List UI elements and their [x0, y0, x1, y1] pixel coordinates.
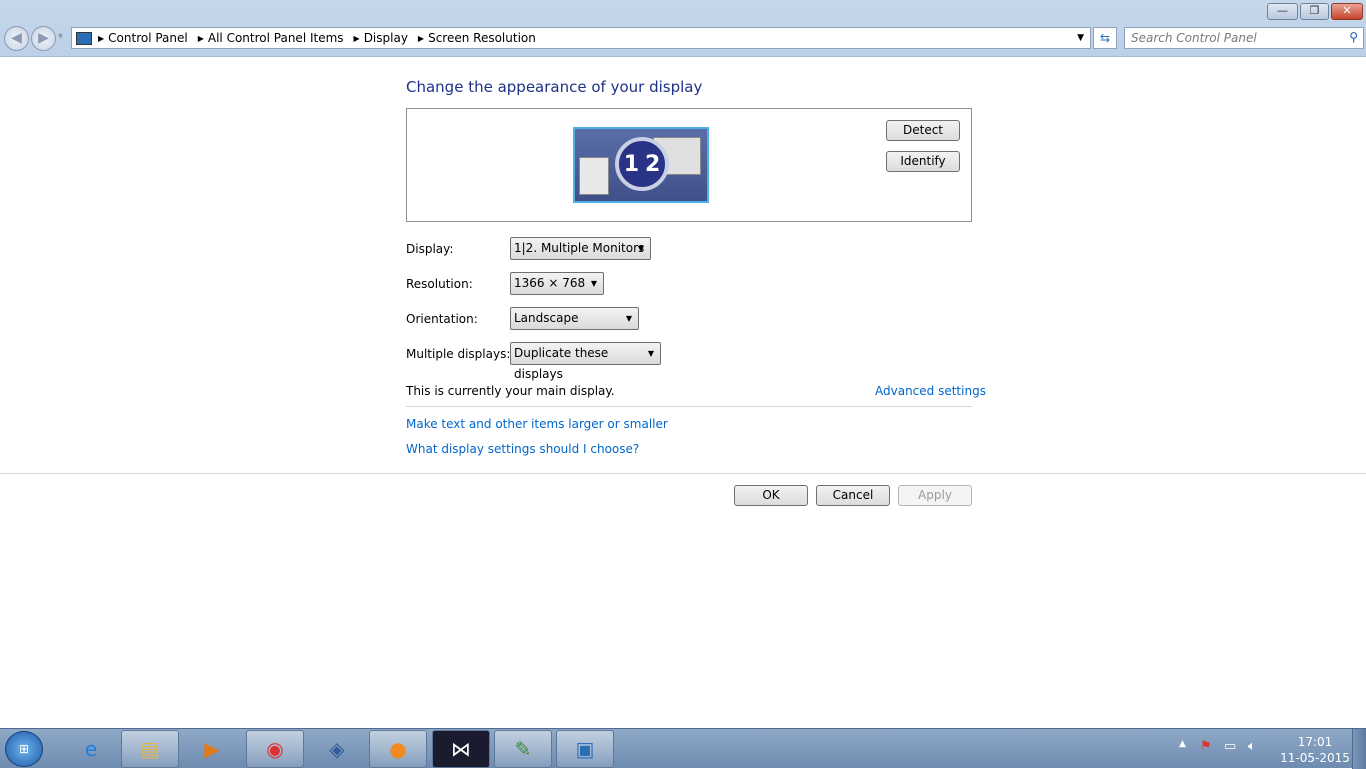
chevron-down-icon: ▼ [590, 279, 597, 288]
search-input[interactable]: Search Control Panel ⚲ [1124, 27, 1364, 49]
action-center-flag-icon[interactable]: ⚑ [1200, 739, 1212, 754]
restore-button[interactable]: ❐ [1300, 3, 1329, 20]
help-link[interactable]: What display settings should I choose? [406, 442, 639, 456]
orange-app-icon[interactable]: ● [369, 730, 427, 768]
volume-icon[interactable]: 🔈︎ [1248, 739, 1256, 754]
display-select[interactable]: 1|2. Multiple Monitors ▼ [510, 237, 651, 260]
text-size-link[interactable]: Make text and other items larger or smal… [406, 417, 668, 431]
divider [0, 473, 1366, 474]
start-orb-icon[interactable]: ⊞ [5, 731, 43, 767]
breadcrumb-screen-resolution[interactable]: Screen Resolution [428, 31, 536, 45]
display-control-panel-icon[interactable]: ▣ [556, 730, 614, 768]
orientation-label: Orientation: [406, 312, 478, 326]
forward-button[interactable]: ▶ [31, 26, 56, 51]
search-icon: ⚲ [1349, 30, 1358, 44]
show-hidden-icons-button[interactable]: ▲ [1179, 739, 1186, 749]
refresh-button[interactable]: ⇆ [1093, 27, 1117, 49]
clock[interactable]: 17:01 11-05-2015 [1280, 734, 1350, 766]
media-player-icon[interactable]: ▶ [183, 730, 241, 768]
page-title: Change the appearance of your display [406, 78, 703, 96]
chevron-down-icon: ▼ [647, 349, 654, 358]
visual-studio-icon[interactable]: ⋈ [432, 730, 490, 768]
chevron-down-icon: ▼ [637, 244, 644, 253]
detect-button[interactable]: Detect [886, 120, 960, 141]
monitor-2-label: 2 [645, 151, 661, 177]
chevron-down-icon: ▼ [625, 314, 632, 323]
address-bar[interactable]: ▶ Control Panel ▶ All Control Panel Items … [71, 27, 1091, 49]
apply-button[interactable]: Apply [898, 485, 972, 506]
breadcrumb-control-panel[interactable]: Control Panel [108, 31, 188, 45]
network-icon[interactable]: ▭ [1224, 739, 1236, 754]
windows-explorer-icon[interactable]: ▤ [121, 730, 179, 768]
control-panel-icon [76, 31, 92, 45]
show-desktop-button[interactable] [1352, 729, 1366, 769]
orientation-select[interactable]: Landscape ▼ [510, 307, 639, 330]
chevron-right-icon: ▶ [98, 33, 105, 43]
virtualbox-icon[interactable]: ◈ [308, 730, 366, 768]
identify-button[interactable]: Identify [886, 151, 960, 172]
chevron-right-icon: ▶ [197, 33, 204, 43]
internet-explorer-icon[interactable]: e [62, 730, 120, 768]
multiple-displays-label: Multiple displays: [406, 347, 511, 361]
minimize-button[interactable]: — [1267, 3, 1298, 20]
display-label: Display: [406, 242, 454, 256]
monitor-1-label: 1 [623, 151, 639, 177]
clock-date: 11-05-2015 [1280, 751, 1350, 765]
recent-pages-button[interactable]: ▾ [58, 31, 63, 42]
taskbar: ⊞ e ▤ ▶ ◉ ◈ ● ⋈ ✎ ▣ ▲ ⚑ ▭ 🔈︎ 17:01 11-05… [0, 728, 1366, 769]
cancel-button[interactable]: Cancel [816, 485, 890, 506]
chevron-right-icon: ▶ [417, 33, 425, 43]
breadcrumb-all-items[interactable]: All Control Panel Items [208, 31, 344, 45]
notepad-plus-plus-icon[interactable]: ✎ [494, 730, 552, 768]
clock-time: 17:01 [1297, 735, 1333, 749]
ok-button[interactable]: OK [734, 485, 808, 506]
chevron-right-icon: ▶ [353, 33, 360, 43]
divider [406, 406, 972, 407]
main-display-text: This is currently your main display. [406, 384, 615, 398]
breadcrumb-display[interactable]: Display [364, 31, 408, 45]
close-button[interactable]: ✕ [1331, 3, 1363, 20]
advanced-settings-link[interactable]: Advanced settings [875, 384, 986, 398]
resolution-select[interactable]: 1366 × 768 ▼ [510, 272, 604, 295]
display-preview: 12 Detect Identify [406, 108, 972, 222]
resolution-label: Resolution: [406, 277, 473, 291]
title-bar: — ❐ ✕ ◀ ▶ ▾ ▶ Control Panel ▶ All Control … [0, 0, 1366, 57]
multiple-displays-select[interactable]: Duplicate these displays ▼ [510, 342, 661, 381]
back-button[interactable]: ◀ [4, 26, 29, 51]
address-dropdown-icon[interactable]: ▼ [1077, 33, 1084, 43]
monitor-preview[interactable]: 12 [573, 127, 709, 203]
chrome-icon[interactable]: ◉ [246, 730, 304, 768]
